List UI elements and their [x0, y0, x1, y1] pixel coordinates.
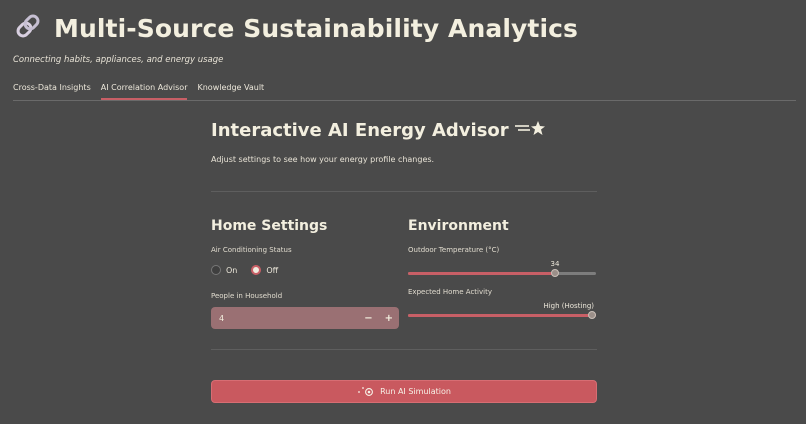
increment-button[interactable]: + — [385, 313, 393, 324]
app-header: Multi-Source Sustainability Analytics — [14, 12, 578, 44]
activity-slider-wrap: High (Hosting) — [408, 299, 596, 319]
environment-title: Environment — [408, 218, 509, 234]
ac-on-option[interactable]: On — [211, 265, 237, 275]
ac-off-label: Off — [266, 265, 279, 275]
temperature-slider-fill — [408, 272, 555, 275]
activity-slider-handle[interactable] — [588, 311, 596, 319]
divider — [211, 349, 597, 350]
tab-ai-correlation-advisor[interactable]: AI Correlation Advisor — [100, 83, 188, 100]
sparkle-icon — [357, 386, 375, 398]
home-settings-column: Home Settings Air Conditioning Status On… — [211, 218, 399, 329]
tab-bar: Cross-Data Insights AI Correlation Advis… — [13, 83, 796, 101]
app-subtitle: Connecting habits, appliances, and energ… — [13, 55, 224, 65]
ac-on-label: On — [226, 265, 238, 275]
divider — [211, 191, 597, 192]
decrement-button[interactable]: − — [364, 313, 372, 324]
radio-checked-icon — [251, 265, 262, 275]
temperature-value: 34 — [550, 260, 560, 268]
section-description: Adjust settings to see how your energy p… — [211, 155, 435, 164]
section-title: Interactive AI Energy Advisor — [211, 120, 597, 141]
shooting-star-icon — [514, 120, 545, 141]
temperature-slider-wrap: 34 — [408, 257, 596, 277]
temperature-slider-handle[interactable] — [551, 269, 559, 277]
activity-value: High (Hosting) — [543, 302, 594, 310]
activity-slider[interactable] — [408, 311, 596, 319]
app-title: Multi-Source Sustainability Analytics — [54, 13, 579, 43]
home-settings-title: Home Settings — [211, 218, 328, 234]
people-value: 4 — [219, 313, 225, 323]
temperature-label: Outdoor Temperature (°C) — [408, 246, 500, 254]
section-title-text: Interactive AI Energy Advisor — [211, 120, 509, 141]
tab-knowledge-vault[interactable]: Knowledge Vault — [197, 83, 264, 100]
people-label: People in Household — [211, 292, 283, 300]
ac-status-label: Air Conditioning Status — [211, 246, 292, 254]
run-simulation-label: Run AI Simulation — [380, 387, 451, 396]
ac-off-option[interactable]: Off — [251, 265, 278, 275]
ac-status-radio-group: On Off — [211, 265, 399, 275]
settings-columns: Home Settings Air Conditioning Status On… — [211, 218, 597, 329]
run-simulation-button[interactable]: Run AI Simulation — [211, 380, 597, 403]
link-icon — [14, 12, 42, 44]
temperature-slider[interactable] — [408, 269, 596, 277]
activity-slider-fill — [408, 314, 596, 317]
advisor-panel: Interactive AI Energy Advisor Adjust set… — [211, 120, 597, 350]
activity-label: Expected Home Activity — [408, 288, 492, 296]
tab-cross-data-insights[interactable]: Cross-Data Insights — [13, 83, 91, 100]
radio-unchecked-icon — [211, 265, 221, 275]
people-stepper[interactable]: 4 − + — [211, 307, 399, 329]
environment-column: Environment Outdoor Temperature (°C) 34 … — [408, 218, 596, 329]
